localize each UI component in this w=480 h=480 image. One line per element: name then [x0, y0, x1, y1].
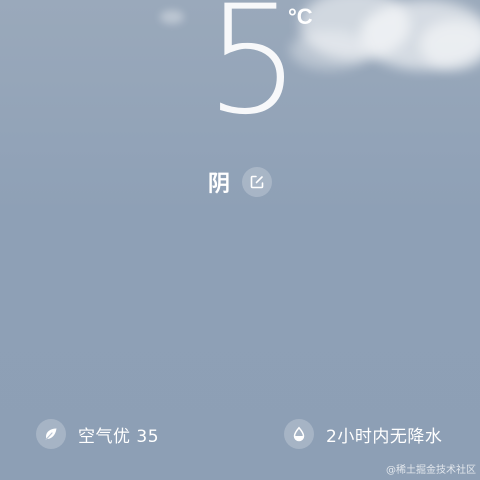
weather-condition: 阴	[207, 172, 230, 197]
precipitation-text: 2小时内无降水	[326, 426, 443, 447]
air-quality-item[interactable]: 空气优 35	[36, 418, 159, 450]
precipitation-icon-wrap	[284, 419, 314, 449]
temperature-unit: °C	[288, 4, 313, 29]
watermark: @稀土掘金技术社区	[386, 465, 476, 476]
water-drop-icon	[293, 426, 305, 442]
cloud-shape	[160, 10, 184, 24]
air-quality-text: 空气优 35	[78, 426, 160, 447]
edit-icon	[250, 175, 264, 189]
air-quality-icon-wrap	[36, 419, 66, 449]
condition-row: 阴	[0, 164, 480, 200]
leaf-icon	[45, 428, 57, 441]
precipitation-item[interactable]: 2小时内无降水	[284, 418, 442, 450]
edit-button[interactable]	[242, 167, 272, 197]
